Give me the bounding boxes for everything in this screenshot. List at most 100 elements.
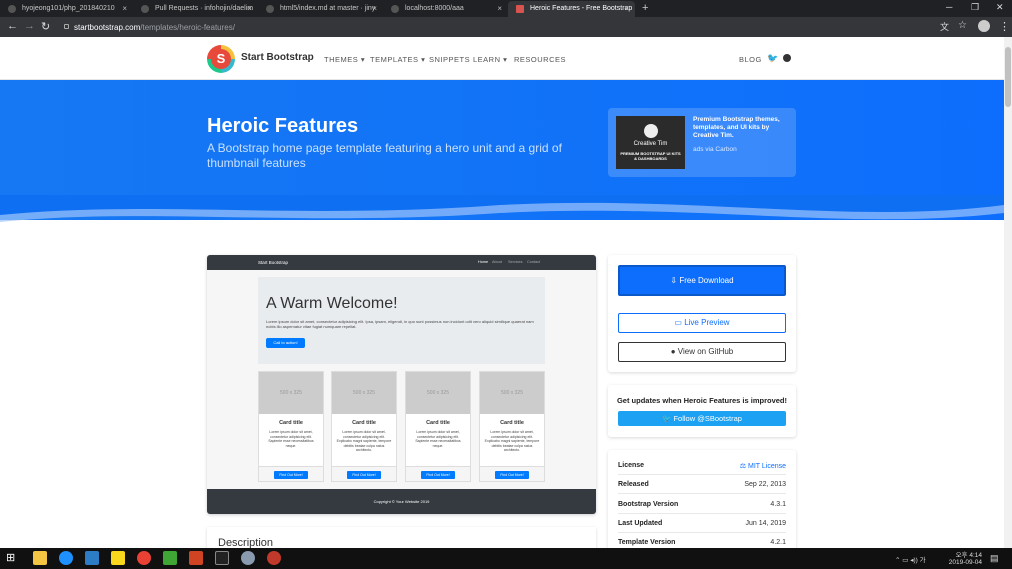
twitter-icon[interactable]: 🐦 xyxy=(767,53,779,64)
card-text: Lorem ipsum dolor sit amet, consectetur … xyxy=(415,430,461,448)
follow-twitter-button[interactable]: 🐦 Follow @SBootstrap xyxy=(618,411,786,426)
info-value: Jun 14, 2019 xyxy=(745,520,786,527)
tab-title: Heroic Features - Free Bootstrap xyxy=(530,5,633,12)
twitter-icon: 🐦 xyxy=(662,414,674,423)
preview-link: About xyxy=(492,260,502,264)
close-window-icon[interactable]: ✕ xyxy=(996,2,1004,13)
close-icon[interactable]: × xyxy=(372,4,377,13)
ad-text[interactable]: Premium Bootstrap themes, templates, and… xyxy=(693,116,789,140)
preview-card: 500 x 325 Card title Lorem ipsum dolor s… xyxy=(405,371,471,482)
back-icon[interactable]: ← xyxy=(7,20,18,32)
sourcetree-icon[interactable] xyxy=(163,551,177,565)
page-scrollbar[interactable] xyxy=(1004,37,1012,548)
card-title: Card title xyxy=(279,420,303,426)
address-bar-row: ← → ↻ startbootstrap.com/templates/heroi… xyxy=(0,17,1012,37)
app-icon[interactable] xyxy=(267,551,281,565)
minimize-icon[interactable]: ─ xyxy=(946,2,952,12)
close-icon[interactable]: × xyxy=(247,4,252,13)
nav-snippets[interactable]: SNIPPETS xyxy=(429,55,470,64)
bookmark-star-icon[interactable]: ☆ xyxy=(958,20,967,31)
license-link[interactable]: ⚖ MIT License xyxy=(740,462,786,470)
avatar xyxy=(643,124,658,138)
updates-card: Get updates when Heroic Features is impr… xyxy=(608,385,796,437)
ad-image-subtext: PREMIUM BOOTSTRAP UI KITS & DASHBOARDS xyxy=(620,151,681,161)
nav-themes[interactable]: THEMES ▾ xyxy=(324,55,365,64)
preview-navbar: Start Bootstrap Home About Services Cont… xyxy=(207,255,596,270)
reload-icon[interactable]: ↻ xyxy=(41,20,50,33)
menu-kebab-icon[interactable]: ⋮ xyxy=(999,20,1010,33)
edge-icon[interactable] xyxy=(59,551,73,565)
browser-tab[interactable]: localhost:8000/aaa × xyxy=(383,1,508,17)
card-footer: Find Out More! xyxy=(259,466,323,481)
close-icon[interactable]: × xyxy=(122,4,127,13)
carbon-ad[interactable]: Creative Tim PREMIUM BOOTSTRAP UI KITS &… xyxy=(608,108,796,177)
free-download-button[interactable]: ⇩ Free Download xyxy=(618,265,786,296)
file-explorer-icon[interactable] xyxy=(33,551,47,565)
browser-tab[interactable]: Pull Requests · infohojin/daelim × xyxy=(133,1,258,17)
url-host: startbootstrap.com xyxy=(74,23,141,32)
card-image: 500 x 325 xyxy=(332,372,396,414)
browser-tab[interactable]: html5/index.md at master · jiny × xyxy=(258,1,383,17)
translate-icon[interactable]: 文 xyxy=(940,20,949,33)
nav-resources[interactable]: RESOURCES xyxy=(514,55,566,64)
live-preview-button[interactable]: ▭ Live Preview xyxy=(618,313,786,333)
forward-icon[interactable]: → xyxy=(24,20,35,32)
browser-tab[interactable]: hyojeong101/php_201840210 × xyxy=(0,1,133,17)
view-on-github-button[interactable]: ● View on GitHub xyxy=(618,342,786,362)
tray-icons[interactable]: ⌃ ▭ ◂)) 가 xyxy=(895,554,926,564)
card-image: 500 x 325 xyxy=(259,372,323,414)
nav-learn[interactable]: LEARN ▾ xyxy=(473,55,507,64)
info-key: Last Updated xyxy=(618,520,663,527)
github-icon[interactable] xyxy=(783,54,791,62)
info-row: Bootstrap Version 4.3.1 xyxy=(618,495,786,514)
github-icon xyxy=(141,5,149,13)
chrome-icon[interactable] xyxy=(137,551,151,565)
windows-start-icon[interactable]: ⊞ xyxy=(6,551,20,565)
notification-icon[interactable]: ▤ xyxy=(990,553,999,564)
find-out-more-button: Find Out More! xyxy=(347,471,381,479)
github-icon xyxy=(266,5,274,13)
find-out-more-button: Find Out More! xyxy=(421,471,455,479)
info-row: Released Sep 22, 2013 xyxy=(618,475,786,494)
powerpoint-icon[interactable] xyxy=(189,551,203,565)
site-logo[interactable]: S xyxy=(207,45,235,73)
card-text: Lorem ipsum dolor sit amet, consectetur … xyxy=(336,430,392,452)
card-title: Card title xyxy=(426,420,450,426)
jumbotron-text: Lorem ipsum dolor sit amet, consectetur … xyxy=(266,319,534,329)
maximize-icon[interactable]: ❐ xyxy=(971,2,979,13)
follow-label: Follow @SBootstrap xyxy=(673,414,742,423)
site-brand[interactable]: Start Bootstrap xyxy=(241,52,314,63)
info-key: Released xyxy=(618,481,649,488)
card-title: Card title xyxy=(500,420,524,426)
browser-tab-active[interactable]: Heroic Features - Free Bootstrap × xyxy=(508,1,635,17)
info-card: License ⚖ MIT License Released Sep 22, 201… xyxy=(608,450,796,550)
app-icon[interactable] xyxy=(241,551,255,565)
preview-card: 500 x 325 Card title Lorem ipsum dolor s… xyxy=(479,371,545,482)
close-icon[interactable]: × xyxy=(624,4,629,13)
kakaotalk-icon[interactable] xyxy=(111,551,125,565)
updates-text: Get updates when Heroic Features is impr… xyxy=(616,396,788,405)
vscode-icon[interactable] xyxy=(85,551,99,565)
clock-date[interactable]: 2019-09-04 xyxy=(942,559,982,566)
scrollbar-thumb[interactable] xyxy=(1005,47,1011,107)
info-value: 4.3.1 xyxy=(770,501,786,508)
card-image: 500 x 325 xyxy=(480,372,544,414)
new-tab-icon[interactable]: + xyxy=(642,2,648,14)
clock-time[interactable]: 오후 4:14 xyxy=(942,549,982,559)
card-image: 500 x 325 xyxy=(406,372,470,414)
tab-title: hyojeong101/php_201840210 xyxy=(22,5,115,12)
tab-title: Pull Requests · infohojin/daelim xyxy=(155,5,254,12)
preview-link: Contact xyxy=(527,260,541,264)
tab-title: localhost:8000/aaa xyxy=(405,5,464,12)
logo-letter: S xyxy=(211,49,231,69)
ad-image[interactable]: Creative Tim PREMIUM BOOTSTRAP UI KITS &… xyxy=(616,116,685,169)
terminal-icon[interactable] xyxy=(215,551,229,565)
template-preview[interactable]: Start Bootstrap Home About Services Cont… xyxy=(207,255,596,514)
card-text: Lorem ipsum dolor sit amet, consectetur … xyxy=(268,430,314,448)
nav-templates[interactable]: TEMPLATES ▾ xyxy=(370,55,425,64)
close-icon[interactable]: × xyxy=(497,4,502,13)
ad-via[interactable]: ads via Carbon xyxy=(693,146,737,153)
nav-blog[interactable]: BLOG xyxy=(739,55,762,64)
profile-avatar[interactable] xyxy=(978,20,990,32)
url-input[interactable]: startbootstrap.com/templates/heroic-feat… xyxy=(60,19,930,35)
